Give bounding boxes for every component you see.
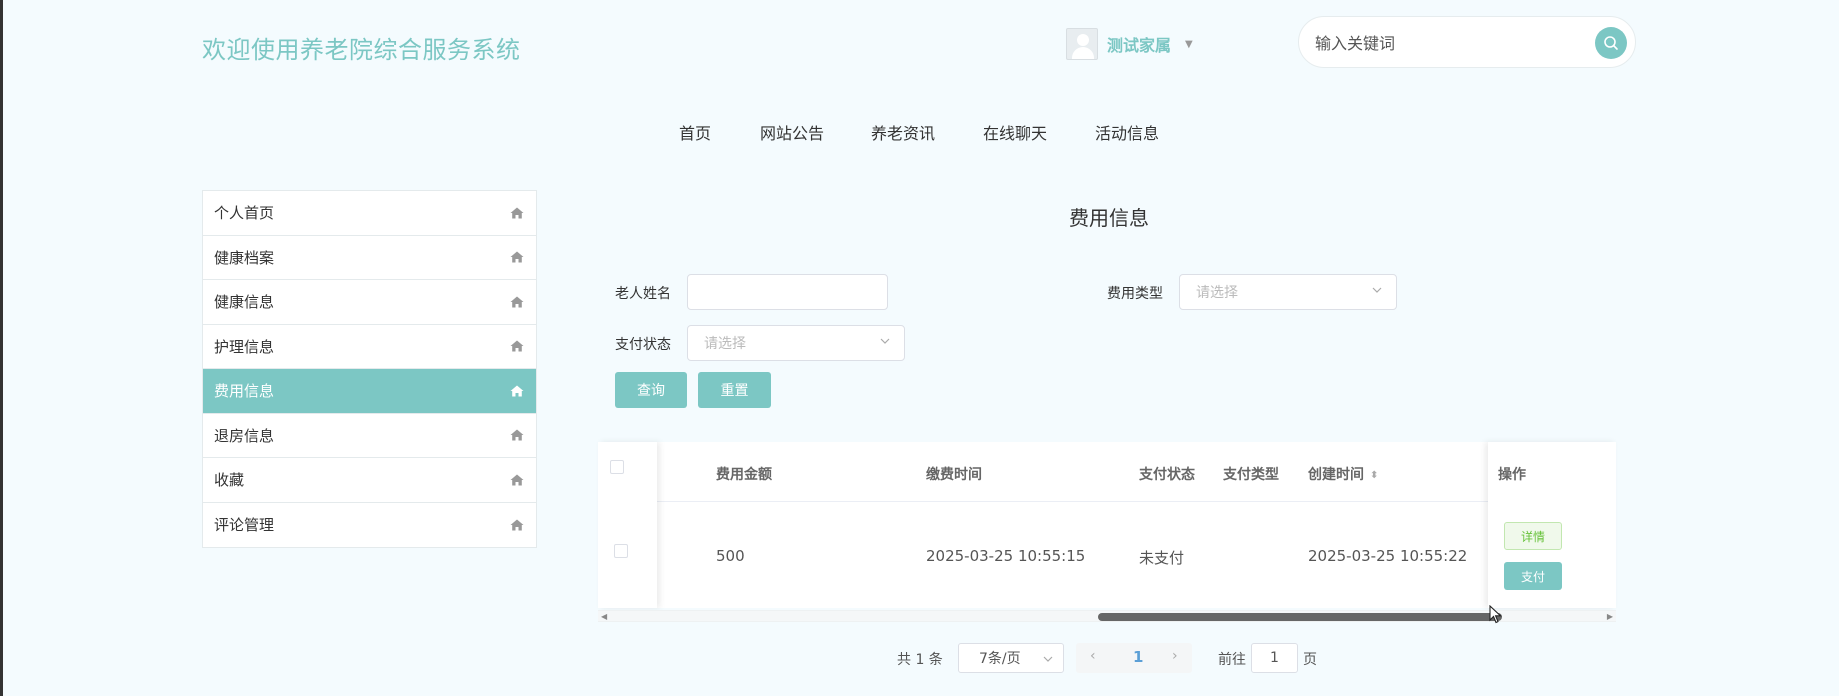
- sidebar: 个人首页健康档案健康信息护理信息费用信息退房信息收藏评论管理: [202, 190, 537, 548]
- nav-chat[interactable]: 在线聊天: [983, 120, 1047, 144]
- prev-page-icon[interactable]: ‹: [1090, 648, 1096, 664]
- home-icon: [510, 340, 524, 352]
- sort-icon[interactable]: ⬍: [1370, 470, 1378, 481]
- sidebar-item[interactable]: 护理信息: [203, 325, 536, 369]
- col-type: 支付类型: [1223, 467, 1279, 483]
- sidebar-item-label: 评论管理: [214, 516, 275, 535]
- scroll-right-icon[interactable]: ▶: [1607, 612, 1613, 621]
- type-filter-select[interactable]: 请选择: [1179, 274, 1397, 310]
- window-edge: [0, 0, 3, 696]
- caret-down-icon: ▼: [1185, 38, 1193, 50]
- scroll-thumb[interactable]: [1098, 613, 1502, 621]
- col-amount: 费用金额: [716, 467, 772, 483]
- sidebar-item[interactable]: 健康档案: [203, 236, 536, 280]
- reset-button[interactable]: 重置: [698, 372, 771, 408]
- page-unit-label: 页: [1303, 652, 1317, 668]
- home-icon: [510, 429, 524, 441]
- site-title: 欢迎使用养老院综合服务系统: [202, 36, 521, 64]
- detail-button[interactable]: 详情: [1504, 522, 1562, 550]
- home-icon: [510, 296, 524, 308]
- nav-activities[interactable]: 活动信息: [1095, 120, 1159, 144]
- type-filter-label: 费用类型: [1107, 286, 1163, 302]
- page-size-value: 7条/页: [979, 651, 1021, 667]
- home-icon: [510, 251, 524, 263]
- home-icon: [510, 207, 524, 219]
- status-filter-label: 支付状态: [615, 337, 671, 353]
- sidebar-item-label: 个人首页: [214, 204, 275, 223]
- search-submit-button[interactable]: 查询: [615, 372, 687, 408]
- col-pay-time: 缴费时间: [926, 467, 982, 483]
- status-filter-placeholder: 请选择: [704, 336, 746, 352]
- sidebar-item-label: 健康信息: [214, 293, 275, 312]
- cell-created: 2025-03-25 10:55:22: [1308, 547, 1468, 565]
- status-filter-select[interactable]: 请选择: [687, 325, 905, 361]
- sidebar-item-label: 退房信息: [214, 426, 275, 445]
- user-name: 测试家属: [1107, 36, 1172, 55]
- col-status: 支付状态: [1139, 467, 1195, 483]
- search-box: [1298, 16, 1636, 68]
- mouse-cursor-icon: [1489, 605, 1502, 624]
- name-filter-label: 老人姓名: [615, 286, 671, 302]
- sidebar-item[interactable]: 健康信息: [203, 280, 536, 325]
- nav-home[interactable]: 首页: [679, 120, 711, 144]
- name-filter-input[interactable]: [687, 274, 888, 310]
- chevron-down-icon: [880, 338, 890, 344]
- goto-label: 前往: [1218, 652, 1246, 668]
- select-all-checkbox[interactable]: [610, 460, 624, 474]
- sidebar-item-label: 健康档案: [214, 248, 275, 267]
- sidebar-item[interactable]: 评论管理: [203, 503, 536, 548]
- chevron-down-icon: [1372, 287, 1382, 293]
- pagination-total: 共 1 条: [897, 652, 943, 668]
- chevron-down-icon: [1043, 656, 1053, 662]
- pager: ‹ 1 ›: [1076, 643, 1192, 673]
- table-horizontal-scrollbar[interactable]: ◀ ▶: [598, 610, 1616, 622]
- user-menu[interactable]: 测试家属 ▼: [1066, 28, 1193, 60]
- sidebar-item-label: 收藏: [214, 471, 245, 490]
- type-filter-placeholder: 请选择: [1196, 285, 1238, 301]
- search-input[interactable]: [1315, 30, 1575, 56]
- home-icon: [510, 385, 524, 397]
- sidebar-item[interactable]: 个人首页: [203, 191, 536, 236]
- col-action: 操作: [1498, 467, 1526, 483]
- home-icon: [510, 474, 524, 486]
- nav-announcements[interactable]: 网站公告: [760, 120, 824, 144]
- sidebar-item-label: 费用信息: [214, 382, 275, 401]
- cell-amount: 500: [716, 547, 745, 565]
- sidebar-item[interactable]: 费用信息: [203, 369, 536, 414]
- table-fixed-left: [598, 442, 657, 608]
- page-title: 费用信息: [1069, 206, 1149, 230]
- search-icon: [1604, 36, 1618, 50]
- goto-page-input[interactable]: 1: [1251, 643, 1298, 673]
- cell-pay-time: 2025-03-25 10:55:15: [926, 547, 1086, 565]
- sidebar-item-label: 护理信息: [214, 337, 275, 356]
- row-checkbox[interactable]: [614, 544, 628, 558]
- nav-news[interactable]: 养老资讯: [871, 120, 935, 144]
- current-page[interactable]: 1: [1133, 648, 1143, 666]
- col-created-label: 创建时间: [1308, 467, 1364, 483]
- avatar: [1066, 28, 1098, 60]
- sidebar-item[interactable]: 退房信息: [203, 414, 536, 458]
- col-created[interactable]: 创建时间 ⬍: [1308, 464, 1378, 484]
- search-button[interactable]: [1595, 27, 1627, 59]
- pay-button[interactable]: 支付: [1504, 562, 1562, 590]
- sidebar-item[interactable]: 收藏: [203, 458, 536, 503]
- next-page-icon[interactable]: ›: [1172, 648, 1178, 664]
- home-icon: [510, 519, 524, 531]
- cell-status: 未支付: [1139, 549, 1185, 567]
- table-fixed-right: 操作 详情 支付: [1488, 442, 1616, 608]
- page-size-select[interactable]: 7条/页: [958, 643, 1064, 673]
- fee-table: 费用金额 缴费时间 支付状态 支付类型 创建时间 ⬍ 500 2025-03-25…: [598, 442, 1616, 608]
- main-nav: 首页 网站公告 养老资讯 在线聊天 活动信息: [0, 120, 1839, 144]
- scroll-left-icon[interactable]: ◀: [601, 612, 607, 621]
